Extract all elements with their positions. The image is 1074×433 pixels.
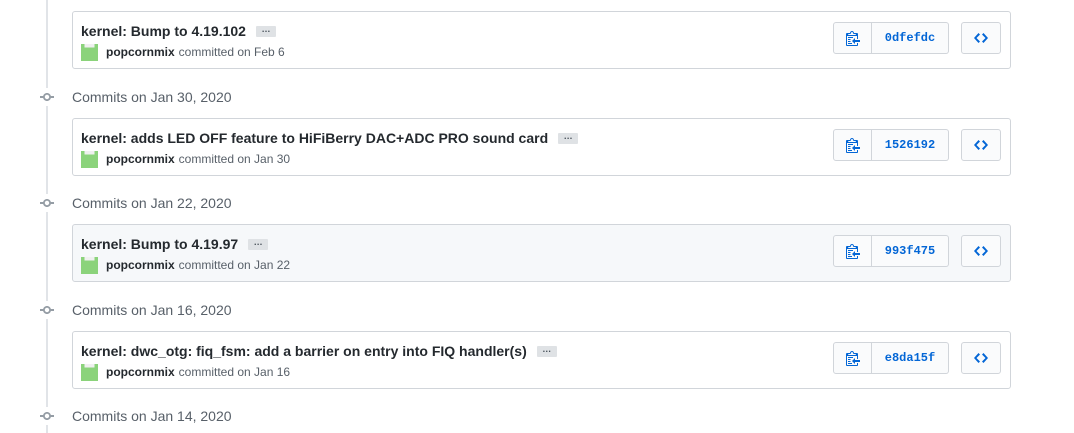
sha-button-group: 0dfefdc (833, 22, 949, 54)
commit-title-link[interactable]: kernel: dwc_otg: fiq_fsm: add a barrier … (81, 343, 527, 359)
browse-repo-button[interactable] (961, 22, 1001, 54)
commit-title-link[interactable]: kernel: adds LED OFF feature to HiFiBerr… (81, 130, 548, 146)
identicon-avatar[interactable] (81, 256, 98, 274)
author-link[interactable]: popcornmix (106, 365, 175, 379)
clipboard-icon (845, 138, 860, 153)
identicon-avatar[interactable] (81, 363, 98, 381)
commit-group-header: Commits on Jan 22, 2020 (38, 193, 232, 213)
code-icon (974, 140, 988, 150)
commit-title-link[interactable]: kernel: Bump to 4.19.97 (81, 236, 238, 252)
git-commit-icon (38, 194, 56, 212)
clipboard-icon (845, 31, 860, 46)
expand-message-button[interactable]: … (558, 132, 579, 144)
identicon-avatar[interactable] (81, 43, 98, 61)
code-icon (974, 353, 988, 363)
commit-group-header: Commits on Jan 16, 2020 (38, 300, 232, 320)
commit-title-row: kernel: Bump to 4.19.102 … (81, 22, 276, 40)
author-link[interactable]: popcornmix (106, 45, 175, 59)
sha-button-group: e8da15f (833, 342, 949, 374)
git-commit-icon (38, 301, 56, 319)
commit-title-row: kernel: adds LED OFF feature to HiFiBerr… (81, 129, 579, 147)
commit-title-row: kernel: Bump to 4.19.97 … (81, 235, 269, 253)
sha-button-group: 1526192 (833, 129, 949, 161)
commit-sha-link[interactable]: e8da15f (872, 342, 949, 374)
code-icon (974, 33, 988, 43)
commit-meta: popcornmix committed on Jan 16 (81, 363, 291, 381)
sha-button-group: 993f475 (833, 235, 949, 267)
browse-repo-button[interactable] (961, 129, 1001, 161)
commit-item: kernel: Bump to 4.19.97 … popcornmix com… (72, 224, 1011, 282)
commit-item: kernel: adds LED OFF feature to HiFiBerr… (72, 118, 1011, 176)
commit-group-header: Commits on Jan 30, 2020 (38, 87, 232, 107)
commit-date-text: committed on Jan 16 (178, 365, 291, 379)
copy-sha-button[interactable] (833, 342, 872, 374)
commit-meta: popcornmix committed on Jan 22 (81, 256, 291, 274)
copy-sha-button[interactable] (833, 22, 872, 54)
clipboard-icon (845, 351, 860, 366)
commit-meta: popcornmix committed on Feb 6 (81, 43, 285, 61)
commit-sha-link[interactable]: 1526192 (872, 129, 949, 161)
commit-item: kernel: Bump to 4.19.102 … popcornmix co… (72, 11, 1011, 69)
clipboard-icon (845, 244, 860, 259)
commit-title-row: kernel: dwc_otg: fiq_fsm: add a barrier … (81, 342, 557, 360)
copy-sha-button[interactable] (833, 235, 872, 267)
code-icon (974, 246, 988, 256)
commit-title-link[interactable]: kernel: Bump to 4.19.102 (81, 23, 246, 39)
commit-item: kernel: dwc_otg: fiq_fsm: add a barrier … (72, 331, 1011, 389)
commit-sha-link[interactable]: 0dfefdc (872, 22, 949, 54)
copy-sha-button[interactable] (833, 129, 872, 161)
commit-history-page: kernel: Bump to 4.19.102 … popcornmix co… (0, 0, 1074, 433)
group-date-title: Commits on Jan 22, 2020 (72, 195, 232, 211)
expand-message-button[interactable]: … (536, 345, 557, 357)
commit-date-text: committed on Jan 30 (178, 152, 291, 166)
identicon-avatar[interactable] (81, 150, 98, 168)
author-link[interactable]: popcornmix (106, 258, 175, 272)
commit-meta: popcornmix committed on Jan 30 (81, 150, 291, 168)
expand-message-button[interactable]: … (248, 238, 269, 250)
expand-message-button[interactable]: … (255, 25, 276, 37)
timeline-line (46, 0, 48, 433)
group-date-title: Commits on Jan 16, 2020 (72, 302, 232, 318)
browse-repo-button[interactable] (961, 235, 1001, 267)
author-link[interactable]: popcornmix (106, 152, 175, 166)
git-commit-icon (38, 407, 56, 425)
group-date-title: Commits on Jan 30, 2020 (72, 89, 232, 105)
commit-sha-link[interactable]: 993f475 (872, 235, 949, 267)
commit-date-text: committed on Jan 22 (178, 258, 291, 272)
commit-date-text: committed on Feb 6 (178, 45, 285, 59)
git-commit-icon (38, 88, 56, 106)
group-date-title: Commits on Jan 14, 2020 (72, 408, 232, 424)
browse-repo-button[interactable] (961, 342, 1001, 374)
commit-group-header: Commits on Jan 14, 2020 (38, 406, 232, 426)
